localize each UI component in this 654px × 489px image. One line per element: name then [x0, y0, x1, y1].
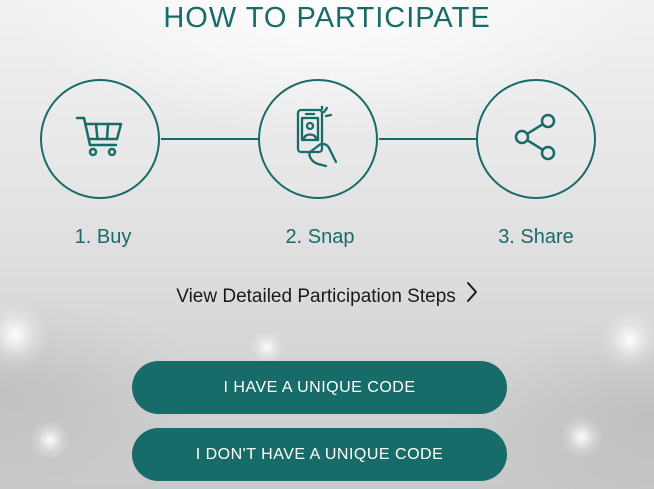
- have-unique-code-button[interactable]: I HAVE A UNIQUE CODE: [132, 361, 507, 414]
- background-sparkle: [600, 310, 654, 370]
- background-sparkle: [0, 300, 50, 370]
- background-sparkle: [250, 330, 284, 364]
- view-detailed-steps-label: View Detailed Participation Steps: [176, 286, 456, 308]
- no-unique-code-button[interactable]: I DON'T HAVE A UNIQUE CODE: [132, 428, 507, 481]
- step-share-circle: [476, 79, 596, 199]
- shopping-cart-icon: [74, 113, 126, 166]
- step-share-label: 3. Share: [498, 226, 574, 248]
- step-buy-circle: [40, 79, 160, 199]
- background-sparkle: [30, 420, 70, 460]
- page-title: HOW TO PARTICIPATE: [163, 2, 491, 34]
- step-connector: [161, 138, 258, 140]
- phone-camera-icon: [290, 104, 346, 173]
- chevron-right-icon: [466, 281, 478, 310]
- participation-steps: 1. Buy 2. Snap 3. Share: [0, 79, 654, 254]
- step-connector: [379, 138, 476, 140]
- share-icon: [510, 111, 562, 168]
- background-sparkle: [560, 415, 604, 459]
- step-snap-circle: [258, 79, 378, 199]
- view-detailed-steps-link[interactable]: View Detailed Participation Steps: [0, 281, 654, 310]
- step-snap-label: 2. Snap: [285, 226, 355, 248]
- step-buy-label: 1. Buy: [74, 226, 132, 248]
